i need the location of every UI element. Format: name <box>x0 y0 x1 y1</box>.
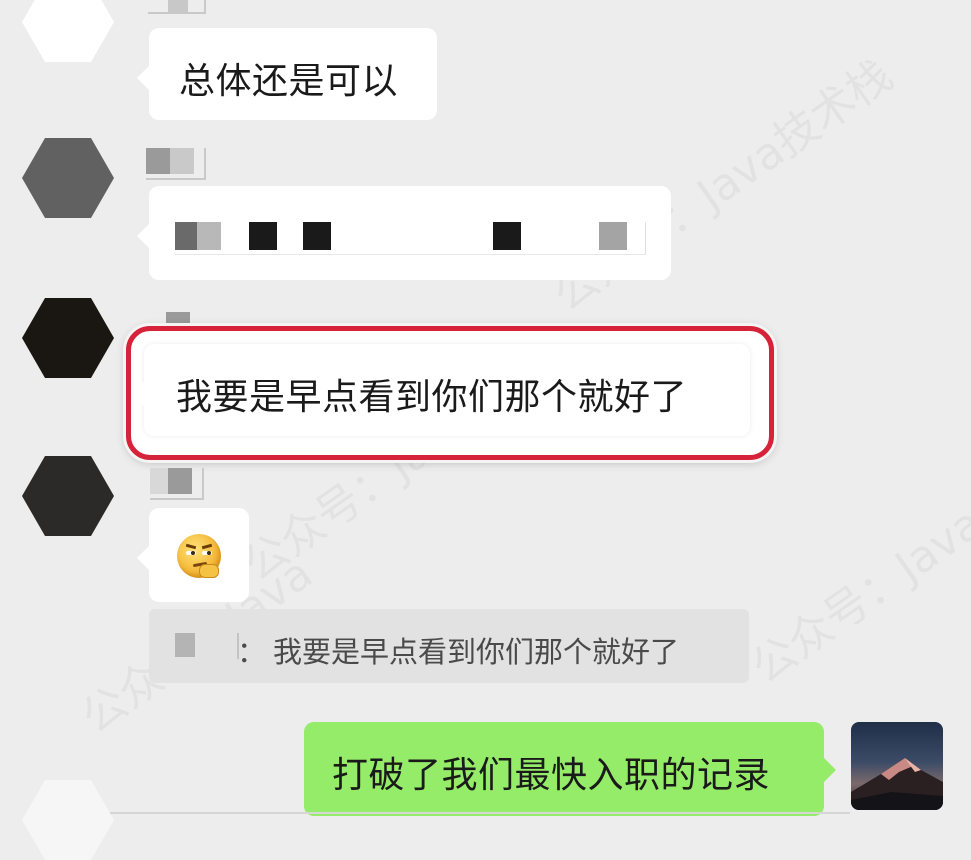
avatar-hexagon-gray[interactable] <box>22 138 114 218</box>
sender-name-obscured <box>150 468 206 500</box>
watermark: 公众号：Java技术栈 <box>538 41 903 323</box>
mountain-icon <box>851 758 943 810</box>
bottom-divider <box>110 812 850 814</box>
watermark: 公众号：Java <box>736 489 971 696</box>
message-bubble[interactable]: 总体还是可以 <box>137 28 437 120</box>
avatar-hexagon-black[interactable] <box>22 298 114 378</box>
quote-text: 我要是早点看到你们那个就好了 <box>273 635 680 669</box>
avatar-hexagon-dark[interactable] <box>22 456 114 536</box>
self-avatar[interactable] <box>851 722 943 810</box>
message-text: 总体还是可以 <box>179 61 399 102</box>
message-bubble-obscured[interactable] <box>137 186 671 280</box>
avatar-hexagon-white[interactable] <box>22 0 114 62</box>
sender-name-obscured <box>148 0 208 20</box>
obscured-text-block <box>175 222 646 255</box>
sent-message-text: 打破了我们最快入职的记录 <box>332 755 771 796</box>
smirk-thinking-emoji <box>177 534 221 578</box>
sent-message-bubble[interactable]: 打破了我们最快入职的记录 <box>304 722 836 816</box>
quoted-sender-obscured <box>175 633 195 657</box>
message-text: 我要是早点看到你们那个就好了 <box>176 377 688 418</box>
avatar-hexagon-partial[interactable] <box>22 780 114 860</box>
quoted-message[interactable]: ： 我要是早点看到你们那个就好了 <box>149 609 749 683</box>
message-bubble[interactable]: 我要是早点看到你们那个就好了 <box>132 344 750 436</box>
quote-separator: ： <box>237 635 267 669</box>
message-bubble-emoji[interactable] <box>137 508 249 602</box>
sender-name-obscured <box>146 148 208 180</box>
